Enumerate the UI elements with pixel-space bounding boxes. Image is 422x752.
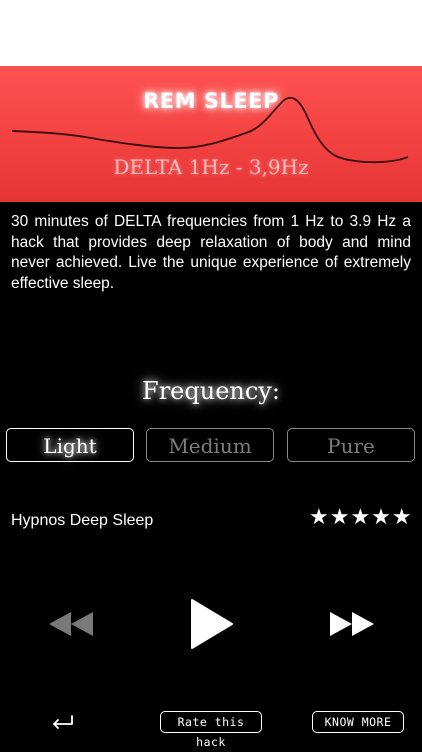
return-arrow-icon[interactable]	[50, 714, 76, 732]
hack-description: 30 minutes of DELTA frequencies from 1 H…	[11, 213, 411, 292]
top-white-bar	[0, 0, 422, 66]
track-title: Hypnos Deep Sleep	[11, 512, 154, 529]
rate-this-hack-button[interactable]: Rate this hack	[160, 711, 262, 749]
waveform-graphic	[11, 96, 409, 164]
play-icon[interactable]	[190, 598, 234, 650]
fast-forward-icon[interactable]	[329, 610, 375, 638]
frequency-heading: Frequency:	[142, 377, 280, 405]
rating-stars: ★★★★★	[309, 504, 413, 529]
header-banner: REM SLEEP DELTA 1Hz - 3,9Hz	[0, 66, 422, 202]
frequency-option-medium[interactable]: Medium	[146, 428, 274, 462]
frequency-option-pure[interactable]: Pure	[287, 428, 415, 462]
rewind-icon[interactable]	[48, 610, 94, 638]
banner-subtitle: DELTA 1Hz - 3,9Hz	[113, 155, 309, 179]
banner-title: REM SLEEP	[143, 89, 279, 113]
know-more-button[interactable]: KNOW MORE	[312, 711, 404, 733]
frequency-option-light[interactable]: Light	[6, 428, 134, 462]
